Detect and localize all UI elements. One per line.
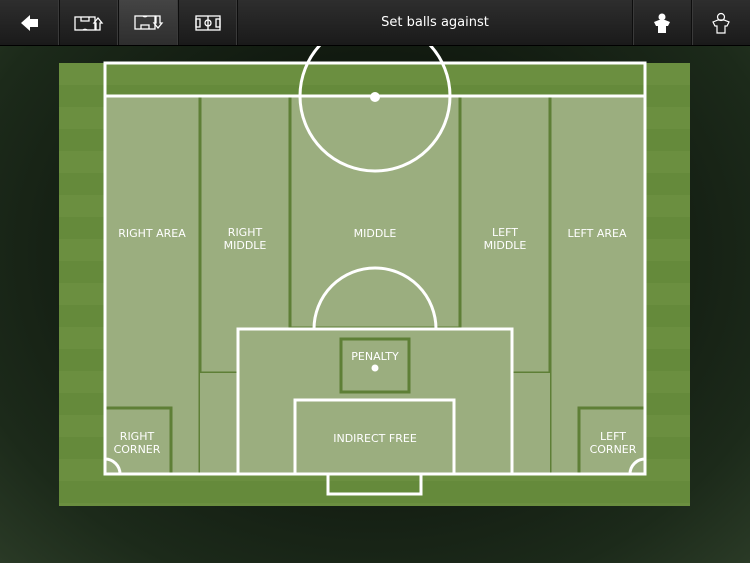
- center-spot: [370, 92, 380, 102]
- zone-middle[interactable]: [288, 94, 462, 330]
- label-left-corner-1: LEFT: [600, 430, 626, 443]
- penalty-spot: [371, 364, 379, 372]
- label-right-area: RIGHT AREA: [118, 227, 186, 240]
- defend-view-button[interactable]: [119, 0, 179, 45]
- field-attack-icon: [74, 15, 104, 31]
- own-team-button[interactable]: [632, 0, 691, 45]
- full-field-icon: [195, 14, 221, 31]
- label-left-middle-2: MIDDLE: [484, 239, 527, 252]
- page-title: Set balls against: [381, 15, 489, 30]
- label-right-middle-2: MIDDLE: [224, 239, 267, 252]
- label-right-corner-2: CORNER: [114, 443, 161, 456]
- label-left-corner-2: CORNER: [590, 443, 637, 456]
- field-defend-icon: [133, 14, 163, 30]
- label-right-corner-1: RIGHT: [120, 430, 155, 443]
- label-penalty: PENALTY: [351, 350, 399, 363]
- label-left-area: LEFT AREA: [567, 227, 627, 240]
- player-filled-icon: [654, 13, 670, 33]
- full-field-button[interactable]: [179, 0, 238, 45]
- pitch: RIGHT AREA RIGHT MIDDLE MIDDLE LEFT MIDD…: [59, 46, 690, 506]
- toolbar: Set balls against: [0, 0, 750, 46]
- back-arrow-icon: [20, 14, 38, 31]
- label-middle: MIDDLE: [354, 227, 397, 240]
- player-outline-icon: [712, 12, 730, 34]
- back-button[interactable]: [0, 0, 60, 45]
- label-left-middle-1: LEFT: [492, 226, 518, 239]
- attack-view-button[interactable]: [60, 0, 119, 45]
- label-right-middle-1: RIGHT: [228, 226, 263, 239]
- label-indirect-free: INDIRECT FREE: [333, 432, 417, 445]
- opponent-team-button[interactable]: [691, 0, 750, 45]
